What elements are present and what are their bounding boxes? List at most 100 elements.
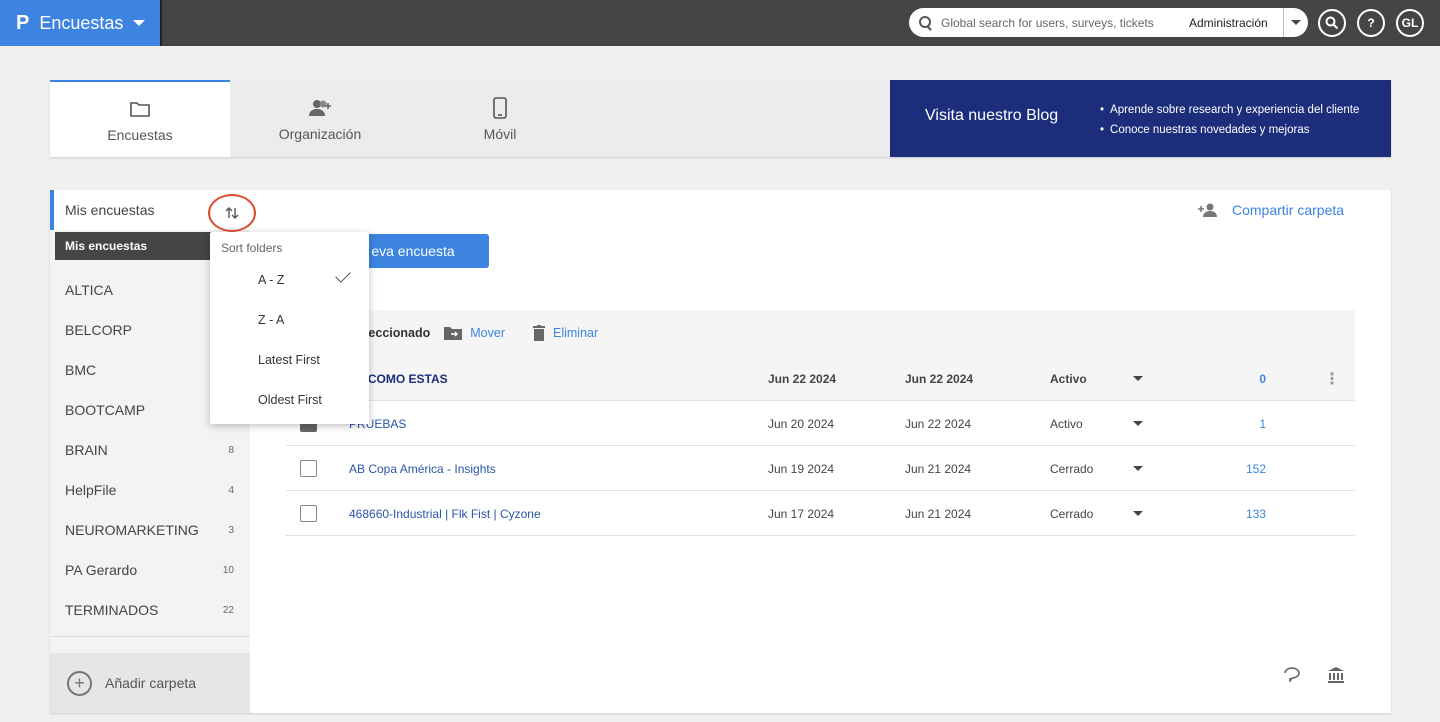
survey-responses[interactable]: 0 (1226, 356, 1266, 401)
folder-count: 4 (228, 484, 234, 496)
folder-move-icon (444, 327, 463, 340)
table-row[interactable]: AB Copa América - Insights Jun 19 2024 J… (286, 446, 1355, 491)
app-switcher[interactable]: P Encuestas (0, 0, 160, 46)
sidebar-tooltip: Mis encuestas (55, 232, 212, 260)
feedback-icon[interactable] (1283, 666, 1301, 687)
tab-organizacion[interactable]: Organización (230, 80, 410, 157)
caret-down-icon (133, 20, 146, 26)
folder-count: 8 (228, 444, 234, 456)
status-dropdown[interactable] (1133, 446, 1143, 491)
delete-button[interactable]: Eliminar (532, 325, 599, 341)
row-checkbox[interactable] (300, 460, 317, 477)
folder-name: ALTICA (65, 282, 113, 298)
sidebar-header-label: Mis encuestas (65, 202, 155, 218)
sort-folders-menu: Sort folders A - Z Z - A Latest First Ol… (210, 232, 369, 424)
blog-title: Visita nuestro Blog (925, 107, 1059, 124)
search-icon (1325, 16, 1339, 30)
folder-name: PA Gerardo (65, 562, 138, 578)
survey-modified-date: Jun 21 2024 (905, 506, 972, 521)
survey-status: Cerrado (1050, 461, 1094, 476)
sort-option-label: Z - A (258, 313, 285, 327)
survey-created-date: Jun 20 2024 (768, 416, 835, 431)
users-add-icon (307, 96, 333, 120)
sidebar-item-neuromarketing[interactable]: NEUROMARKETING 3 (50, 510, 250, 550)
sort-folders-button[interactable] (208, 194, 256, 232)
status-dropdown[interactable] (1133, 491, 1143, 536)
global-search-input[interactable] (941, 15, 1181, 30)
survey-table: LA COMO ESTAS Jun 22 2024 Jun 22 2024 Ac… (286, 356, 1355, 536)
folder-name: BMC (65, 362, 97, 378)
tab-label: Móvil (483, 125, 517, 142)
add-person-icon (1198, 203, 1217, 217)
caret-down-icon (1133, 421, 1143, 426)
help-button[interactable]: ? (1357, 9, 1385, 37)
trash-icon (532, 325, 545, 341)
folder-count: 3 (228, 524, 234, 536)
tab-movil[interactable]: Móvil (410, 80, 590, 157)
sort-option-a-z[interactable]: A - Z (210, 260, 369, 300)
sidebar-item-pa-gerardo[interactable]: PA Gerardo 10 (50, 550, 250, 590)
tab-label: Encuestas (107, 126, 173, 143)
folder-name: NEUROMARKETING (65, 522, 199, 538)
add-folder-label: Añadir carpeta (105, 675, 197, 691)
status-dropdown[interactable] (1133, 356, 1143, 401)
survey-created-date: Jun 17 2024 (768, 506, 835, 521)
survey-created-date: Jun 19 2024 (768, 461, 835, 476)
delete-label: Eliminar (552, 326, 599, 340)
bulk-actions-toolbar: eleccionado Mover Eliminar (286, 310, 1355, 356)
more-options-icon[interactable]: ⋮ (1324, 356, 1340, 401)
search-button[interactable] (1318, 9, 1346, 37)
folder-name: BRAIN (65, 442, 108, 458)
blog-banner[interactable]: Visita nuestro Blog Aprende sobre resear… (890, 80, 1391, 157)
survey-status: Activo (1050, 416, 1083, 431)
survey-responses[interactable]: 1 (1226, 401, 1266, 446)
survey-name[interactable]: AB Copa América - Insights (349, 446, 496, 491)
survey-responses[interactable]: 152 (1226, 446, 1266, 491)
survey-status: Cerrado (1050, 506, 1094, 521)
bank-icon[interactable] (1327, 666, 1345, 689)
sidebar-item-helpfile[interactable]: HelpFile 4 (50, 470, 250, 510)
caret-down-icon (1133, 511, 1143, 516)
plus-circle-icon: + (67, 670, 92, 696)
blog-bullets: Aprende sobre research y experiencia del… (1100, 100, 1359, 140)
folder-name: BELCORP (65, 322, 132, 338)
status-dropdown[interactable] (1133, 401, 1143, 446)
share-folder-button[interactable]: Compartir carpeta (1198, 202, 1344, 218)
survey-status: Activo (1050, 371, 1087, 386)
sort-icon (225, 207, 239, 219)
sort-option-z-a[interactable]: Z - A (210, 300, 369, 340)
brand-logo-icon: P (16, 11, 30, 34)
sidebar-item-brain[interactable]: BRAIN 8 (50, 430, 250, 470)
divider (160, 0, 162, 46)
sort-option-latest-first[interactable]: Latest First (210, 340, 369, 380)
blog-bullet: Aprende sobre research y experiencia del… (1100, 100, 1359, 120)
user-avatar[interactable]: GL (1396, 9, 1424, 37)
search-scope-label[interactable]: Administración (1189, 16, 1281, 30)
move-button[interactable]: Mover (444, 326, 505, 340)
move-label: Mover (470, 326, 505, 340)
survey-name[interactable]: 468660-Industrial | Flk Fist | Cyzone (349, 491, 541, 536)
global-search: Administración (909, 8, 1308, 37)
sidebar-item-terminados[interactable]: TERMINADOS 22 (50, 590, 250, 630)
survey-responses[interactable]: 133 (1226, 491, 1266, 536)
new-survey-label: eva encuesta (371, 243, 455, 259)
survey-modified-date: Jun 22 2024 (905, 371, 974, 386)
search-scope-dropdown[interactable] (1283, 8, 1308, 37)
row-checkbox[interactable] (300, 505, 317, 522)
divider (50, 636, 250, 637)
table-row[interactable]: PRUEBAS Jun 20 2024 Jun 22 2024 Activo 1 (286, 401, 1355, 446)
tab-encuestas[interactable]: Encuestas (50, 80, 230, 157)
caret-down-icon (1133, 466, 1143, 471)
user-initials: GL (1401, 16, 1419, 30)
blog-bullet: Conoce nuestras novedades y mejoras (1100, 120, 1359, 140)
table-row[interactable]: 468660-Industrial | Flk Fist | Cyzone Ju… (286, 491, 1355, 536)
top-bar: P Encuestas Administración ? GL (0, 0, 1440, 46)
sort-option-label: Latest First (258, 353, 320, 367)
checkmark-icon (335, 267, 351, 283)
table-row[interactable]: LA COMO ESTAS Jun 22 2024 Jun 22 2024 Ac… (286, 356, 1355, 401)
add-folder-button[interactable]: + Añadir carpeta (50, 653, 250, 713)
sort-option-label: Oldest First (258, 393, 322, 407)
section-tabs: Encuestas Organización Móvil Visita nues… (50, 80, 1391, 157)
sort-option-oldest-first[interactable]: Oldest First (210, 380, 369, 420)
folder-name: BOOTCAMP (65, 402, 146, 418)
